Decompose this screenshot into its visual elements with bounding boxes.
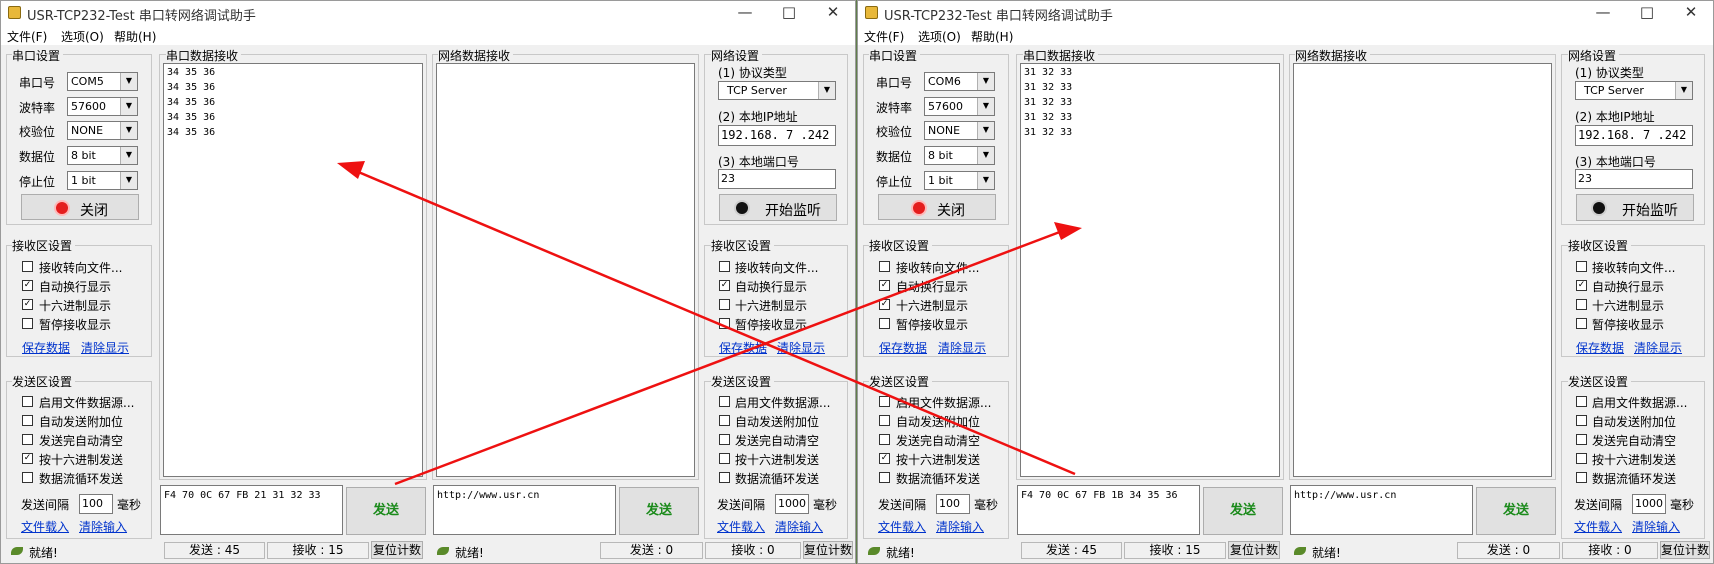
arrowhead-left bbox=[337, 161, 365, 179]
annotation-arrows bbox=[337, 161, 1082, 486]
arrowhead-right bbox=[1054, 222, 1082, 240]
arrow-line-left-to-right bbox=[394, 228, 1066, 486]
arrow-line-right-to-left bbox=[355, 169, 1076, 476]
